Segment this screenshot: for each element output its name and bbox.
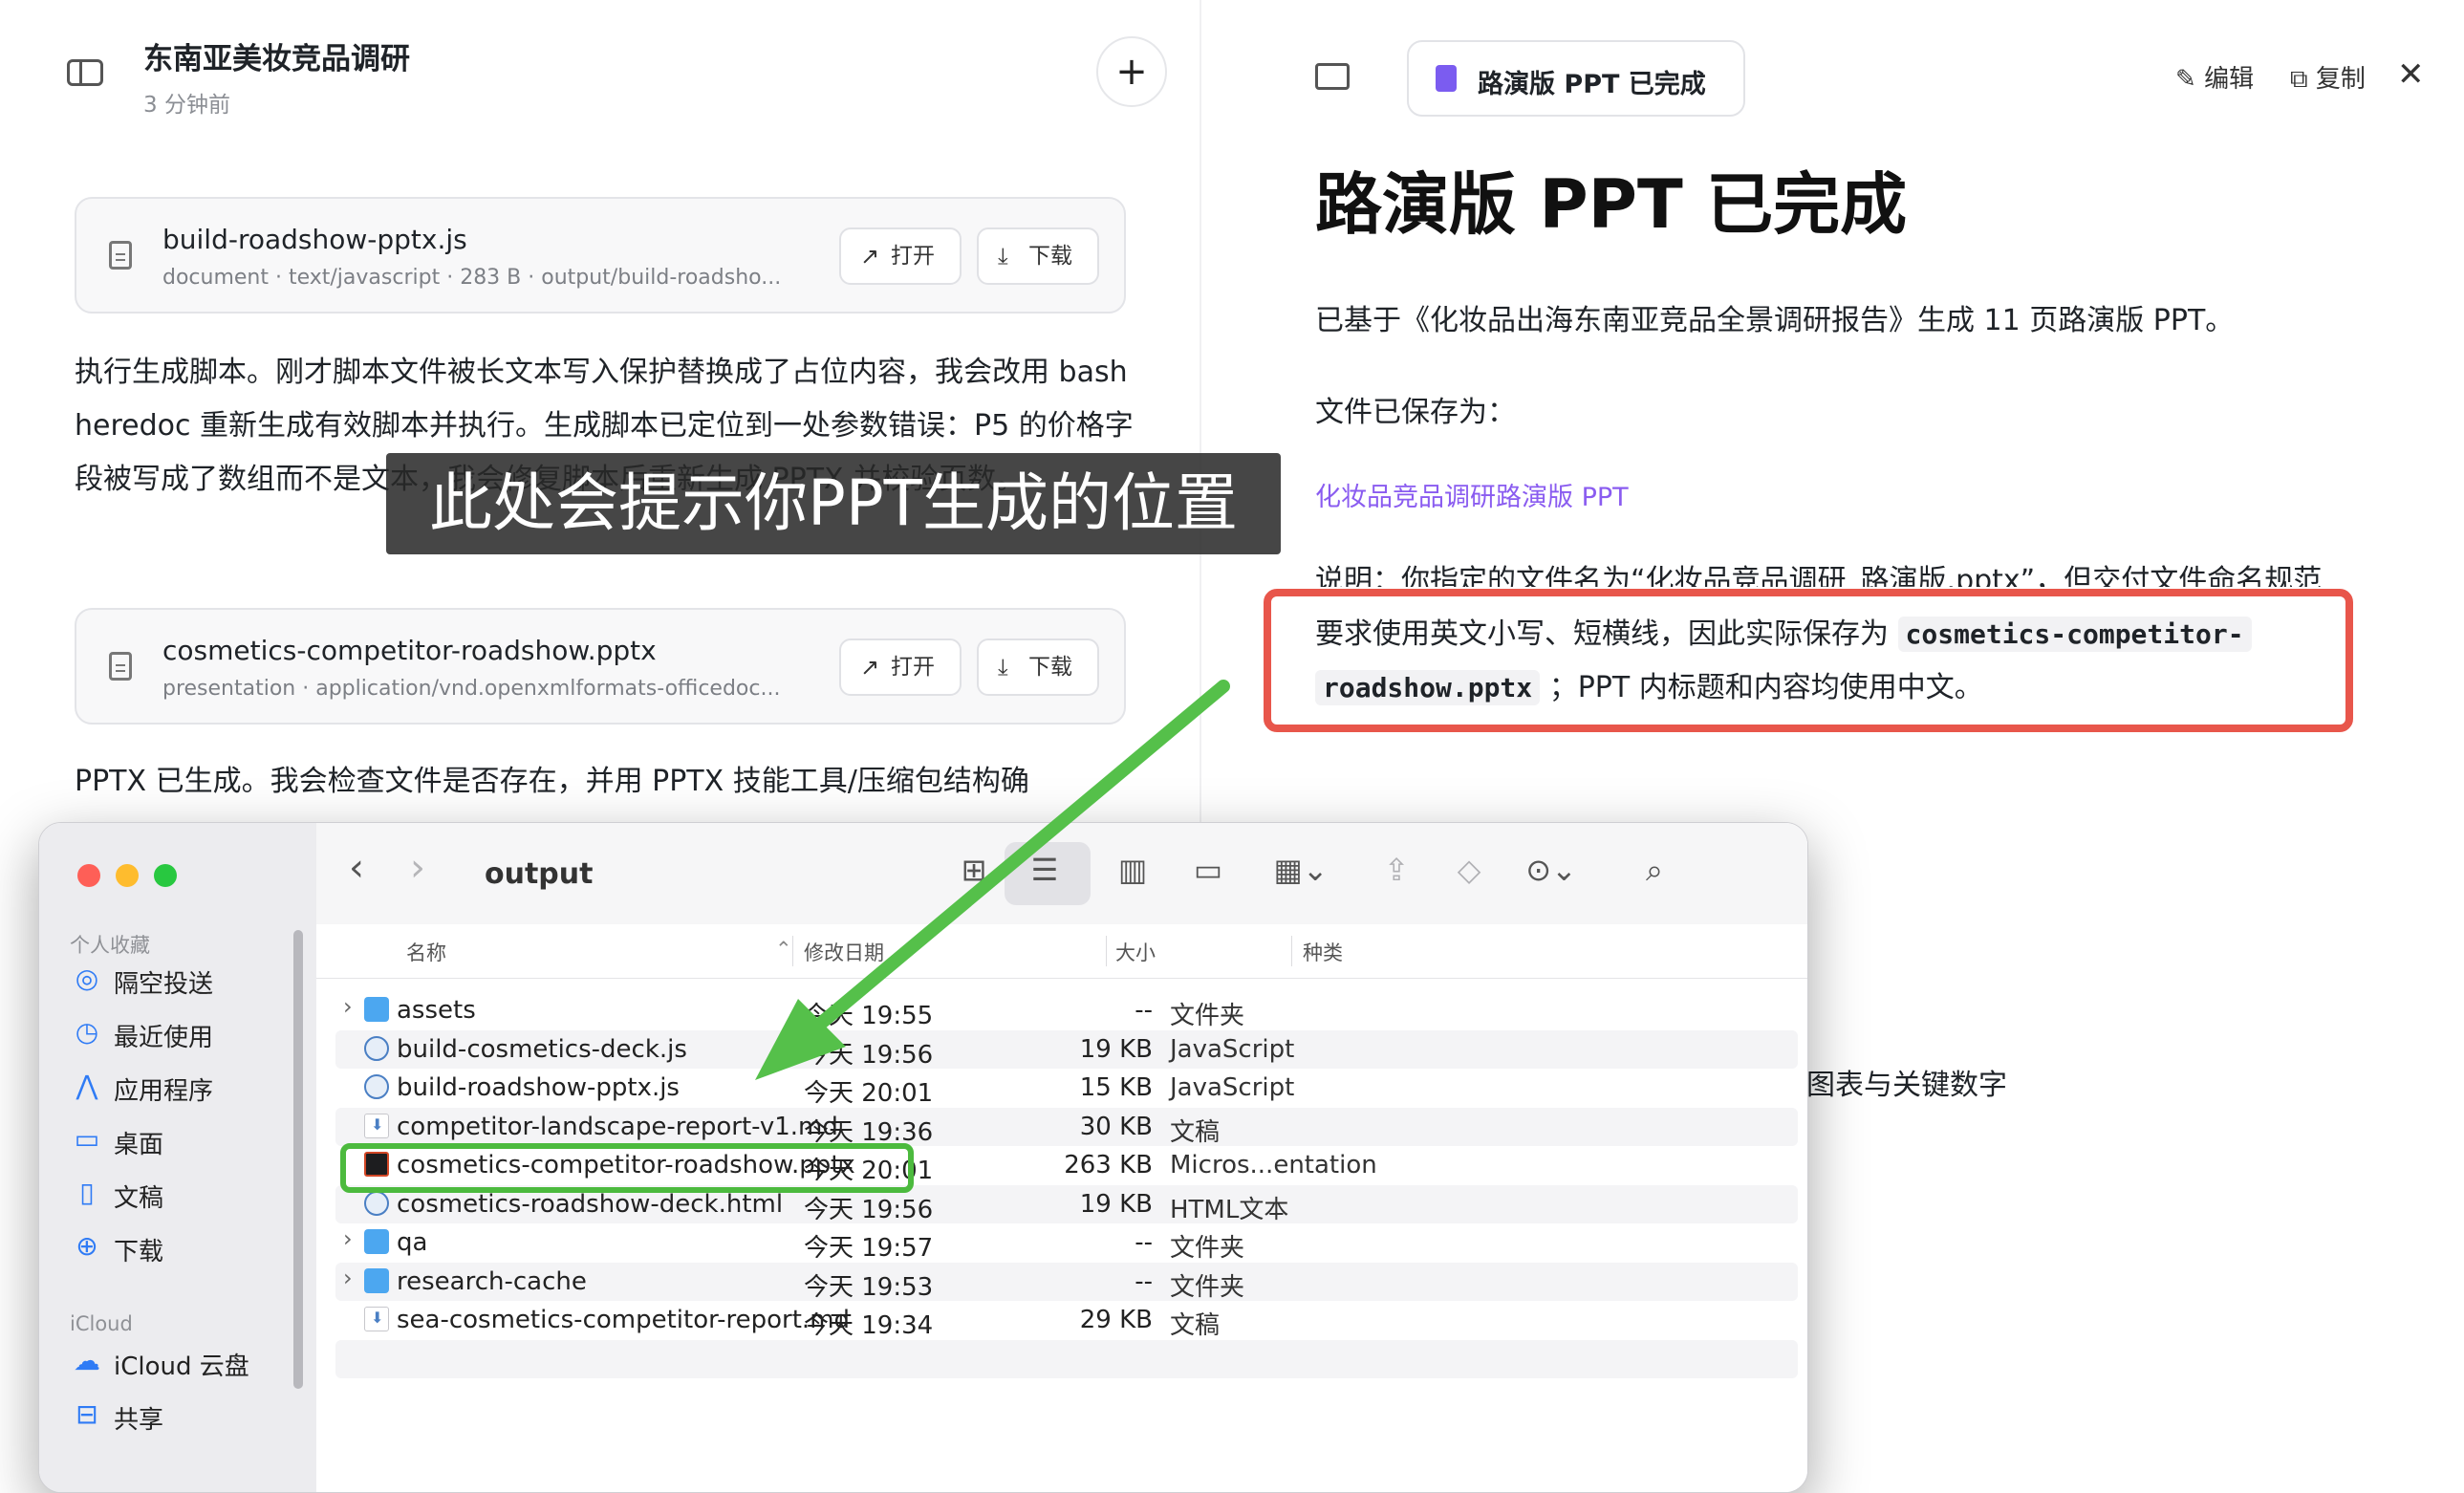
annotation-arrow [755,680,1230,1080]
